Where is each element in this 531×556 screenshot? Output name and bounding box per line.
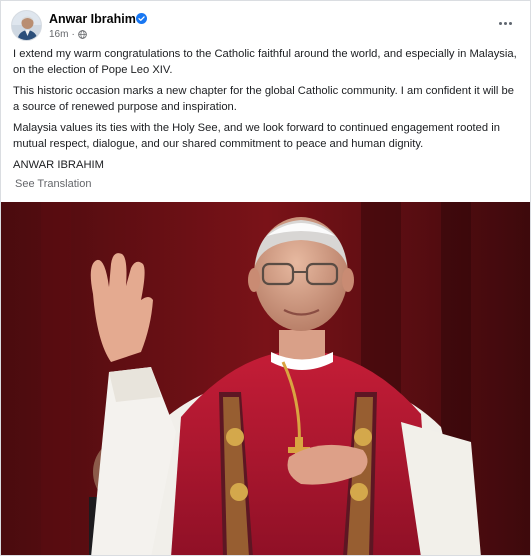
post-photo[interactable]	[1, 202, 530, 555]
avatar-image	[12, 11, 41, 40]
avatar[interactable]	[11, 10, 42, 41]
post-paragraph: This historic occasion marks a new chapt…	[13, 85, 514, 113]
post-meta: 16m ·	[49, 29, 87, 40]
post-timestamp[interactable]: 16m	[49, 29, 68, 40]
globe-icon	[77, 30, 87, 39]
more-options-dot	[508, 21, 512, 25]
more-options-dot	[503, 21, 507, 25]
post-card: Anwar Ibrahim 16m · I extend my warm con…	[0, 0, 531, 556]
verified-badge-icon	[136, 13, 147, 24]
see-translation-link[interactable]: See Translation	[15, 178, 91, 190]
more-options-button[interactable]	[494, 16, 516, 30]
post-text: I extend my warm congratulations to the …	[13, 46, 521, 178]
pope-photo-illustration	[1, 202, 530, 555]
post-paragraph: Malaysia values its ties with the Holy S…	[13, 122, 500, 150]
more-options-icon	[498, 21, 502, 25]
post-paragraph: I extend my warm congratulations to the …	[13, 48, 517, 76]
meta-separator: ·	[71, 29, 75, 40]
post-signoff: ANWAR IBRAHIM	[13, 159, 104, 171]
author-name[interactable]: Anwar Ibrahim	[49, 12, 136, 26]
post-header: Anwar Ibrahim 16m ·	[11, 10, 520, 42]
